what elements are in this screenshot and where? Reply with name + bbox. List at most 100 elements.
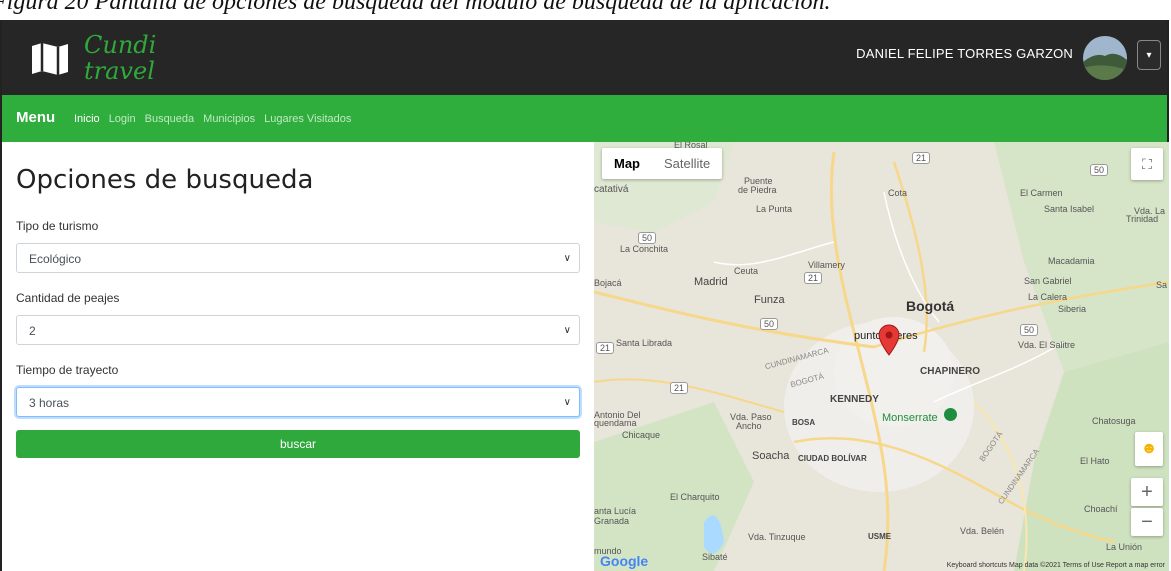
map-label-monserrate: Monserrate	[882, 412, 938, 424]
plus-icon: +	[1141, 481, 1153, 503]
tolls-select[interactable]: 2 ∨	[16, 315, 580, 345]
nav-item-lugares-visitados[interactable]: Lugares Visitados	[264, 113, 351, 125]
logo-line2: travel	[84, 57, 155, 85]
map-label-el-hato: El Hato	[1080, 456, 1110, 466]
map-label-madrid: Madrid	[694, 276, 728, 288]
map-label-ciudad-bolivar: CIUDAD BOLÍVAR	[798, 454, 867, 463]
map-label-catativa: catativá	[594, 184, 629, 195]
route-shield: 21	[804, 272, 823, 284]
zoom-in-button[interactable]: +	[1131, 478, 1163, 506]
main-navbar: Menu Inicio Login Busqueda Municipios Lu…	[2, 95, 1167, 142]
search-button[interactable]: buscar	[16, 430, 580, 458]
map-label-la-conchita: La Conchita	[620, 244, 669, 254]
map-label-de-piedra: de Piedra	[738, 185, 777, 195]
map-label-sa: Sa	[1156, 280, 1168, 290]
route-shield: 21	[596, 342, 615, 354]
map-label-san-gabriel: San Gabriel	[1024, 276, 1072, 286]
map-label-el-charquito: El Charquito	[670, 492, 720, 502]
caret-down-icon: ▾	[1146, 50, 1152, 61]
map-label-vda-belen: Vda. Belén	[960, 526, 1005, 536]
route-shield: 50	[1090, 164, 1109, 176]
map-label-la-union: La Unión	[1106, 542, 1143, 552]
map-label-granada: Granada	[594, 516, 630, 526]
map-label-chapinero: CHAPINERO	[920, 366, 981, 377]
map-label-funza: Funza	[754, 294, 785, 306]
map-label-bogota: Bogotá	[906, 298, 955, 314]
tourism-select[interactable]: Ecológico ∨	[16, 243, 580, 273]
logo-line1: Cundi	[84, 31, 157, 59]
time-select-value: 3 horas	[29, 396, 70, 410]
map-marker-icon[interactable]	[878, 324, 900, 356]
nav-item-municipios[interactable]: Municipios	[203, 113, 255, 125]
search-form: Opciones de busqueda Tipo de turismo Eco…	[16, 165, 580, 458]
tolls-select-value: 2	[29, 324, 36, 338]
chevron-down-icon: ∨	[563, 325, 571, 336]
map-label-villamery: Villamery	[808, 260, 845, 270]
map-label-macadamia: Macadamia	[1048, 256, 1095, 266]
user-name[interactable]: DANIEL FELIPE TORRES GARZON	[856, 46, 1073, 61]
map-icon	[32, 43, 68, 75]
route-shield: 50	[760, 318, 779, 330]
time-select[interactable]: 3 horas ∨	[16, 387, 580, 417]
map-label-quendama: quendama	[594, 418, 637, 428]
map-label-bojaca: Bojacá	[594, 278, 622, 288]
map-type-map[interactable]: Map	[602, 148, 652, 179]
map-label-vda-tinzuque: Vda. Tinzuque	[748, 532, 806, 542]
map-label-soacha: Soacha	[752, 450, 790, 462]
fullscreen-button[interactable]: ⛶	[1131, 148, 1163, 180]
navbar-brand[interactable]: Menu	[16, 109, 55, 126]
map-label-sibate: Sibaté	[702, 552, 728, 562]
google-logo: Google	[600, 553, 649, 569]
nav-item-inicio[interactable]: Inicio	[74, 113, 100, 125]
fullscreen-icon: ⛶	[1142, 156, 1152, 172]
map-type-satellite[interactable]: Satellite	[652, 148, 722, 179]
zoom-out-button[interactable]: −	[1131, 508, 1163, 536]
tolls-label: Cantidad de peajes	[16, 291, 120, 305]
pegman-icon: ☻	[1140, 440, 1158, 457]
route-shield: 21	[670, 382, 689, 394]
avatar-image	[1083, 36, 1127, 80]
map-view[interactable]: Map Satellite ⛶ ☻ + − El Rosal catativá …	[594, 142, 1169, 571]
logo[interactable]: Cundi travel	[24, 28, 184, 90]
map-label-kennedy: KENNEDY	[830, 394, 879, 405]
pegman-button[interactable]: ☻	[1135, 432, 1163, 466]
map-label-usme: USME	[868, 532, 892, 541]
map-label-cota: Cota	[888, 188, 908, 198]
map-label-la-punta: La Punta	[756, 204, 793, 214]
map-label-siberia: Siberia	[1058, 304, 1087, 314]
nav-item-busqueda[interactable]: Busqueda	[145, 113, 195, 125]
monserrate-pin-icon	[944, 408, 957, 421]
map-label-vda-el-salitre: Vda. El Salitre	[1018, 340, 1076, 350]
map-label-el-rosal: El Rosal	[674, 142, 708, 150]
minus-icon: −	[1141, 511, 1153, 533]
avatar[interactable]	[1083, 36, 1127, 80]
tourism-label: Tipo de turismo	[16, 219, 99, 233]
tourism-select-value: Ecológico	[29, 252, 82, 266]
map-label-choachi: Choachí	[1084, 504, 1118, 514]
map-label-trinidad: Trinidad	[1126, 214, 1159, 224]
route-shield: 50	[1020, 324, 1039, 336]
user-menu-dropdown-button[interactable]: ▾	[1137, 40, 1161, 70]
app-window: Cundi travel DANIEL FELIPE TORRES GARZON…	[0, 20, 1169, 571]
map-label-chatosuga: Chatosuga	[1092, 416, 1136, 426]
map-label-santa-librada: Santa Librada	[616, 338, 673, 348]
chevron-down-icon: ∨	[563, 397, 571, 408]
route-shield: 50	[638, 232, 657, 244]
nav-item-login[interactable]: Login	[109, 113, 136, 125]
map-label-bosa: BOSA	[792, 418, 816, 427]
time-label: Tiempo de trayecto	[16, 363, 119, 377]
map-type-toggle: Map Satellite	[602, 148, 723, 179]
map-label-santa-isabel: Santa Isabel	[1044, 204, 1095, 214]
nav-links: Inicio Login Busqueda Municipios Lugares…	[74, 113, 351, 125]
figure-caption: Figura 20 Pantalla de opciones de búsque…	[0, 0, 831, 15]
map-label-chicaque: Chicaque	[622, 430, 661, 440]
map-footer[interactable]: Keyboard shortcuts Map data ©2021 Terms …	[947, 562, 1165, 569]
top-header: Cundi travel DANIEL FELIPE TORRES GARZON…	[2, 20, 1167, 95]
map-label-el-carmen: El Carmen	[1020, 188, 1063, 198]
map-label-la-calera: La Calera	[1028, 292, 1068, 302]
map-label-ceuta: Ceuta	[734, 266, 759, 276]
page-title: Opciones de busqueda	[16, 165, 314, 195]
map-label-ancho: Ancho	[736, 421, 762, 431]
chevron-down-icon: ∨	[563, 253, 571, 264]
route-shield: 21	[912, 152, 931, 164]
